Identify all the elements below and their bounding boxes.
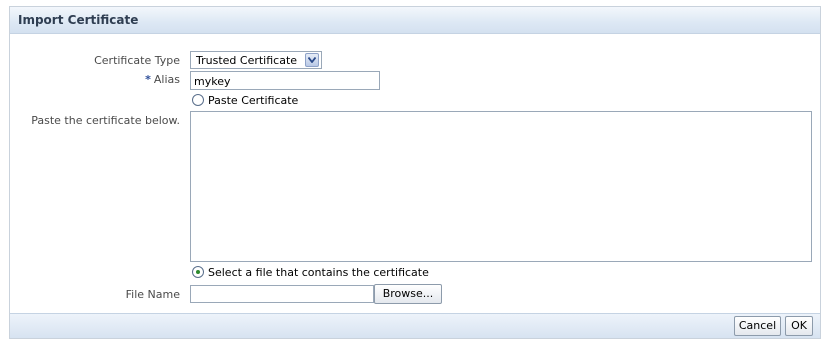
ok-button[interactable]: OK <box>785 316 813 336</box>
file-name-input[interactable] <box>190 285 374 303</box>
chevron-down-icon[interactable] <box>305 53 319 67</box>
select-file-radio[interactable] <box>192 266 204 278</box>
dialog-footer: Cancel OK <box>10 313 820 338</box>
select-file-label: Select a file that contains the certific… <box>208 266 429 279</box>
alias-value: mykey <box>194 75 231 88</box>
cancel-button[interactable]: Cancel <box>734 316 781 336</box>
certificate-type-select[interactable]: Trusted Certificate <box>190 51 322 69</box>
dialog-title-bar: Import Certificate <box>10 7 820 34</box>
certificate-type-value: Trusted Certificate <box>196 54 298 67</box>
paste-certificate-area-label: Paste the certificate below. <box>31 114 180 127</box>
alias-label-text: Alias <box>153 73 180 86</box>
certificate-text-area[interactable] <box>190 111 812 262</box>
required-marker: * <box>145 73 151 86</box>
alias-label: * Alias <box>145 73 180 86</box>
alias-input[interactable]: mykey <box>190 71 380 90</box>
dialog-title: Import Certificate <box>18 13 139 27</box>
certificate-type-label: Certificate Type <box>94 54 180 67</box>
browse-button[interactable]: Browse... <box>374 284 442 304</box>
paste-certificate-radio[interactable] <box>192 94 204 106</box>
paste-certificate-label: Paste Certificate <box>208 94 299 107</box>
file-name-label: File Name <box>125 288 180 301</box>
import-certificate-dialog: Import Certificate Certificate Type Trus… <box>9 6 821 339</box>
